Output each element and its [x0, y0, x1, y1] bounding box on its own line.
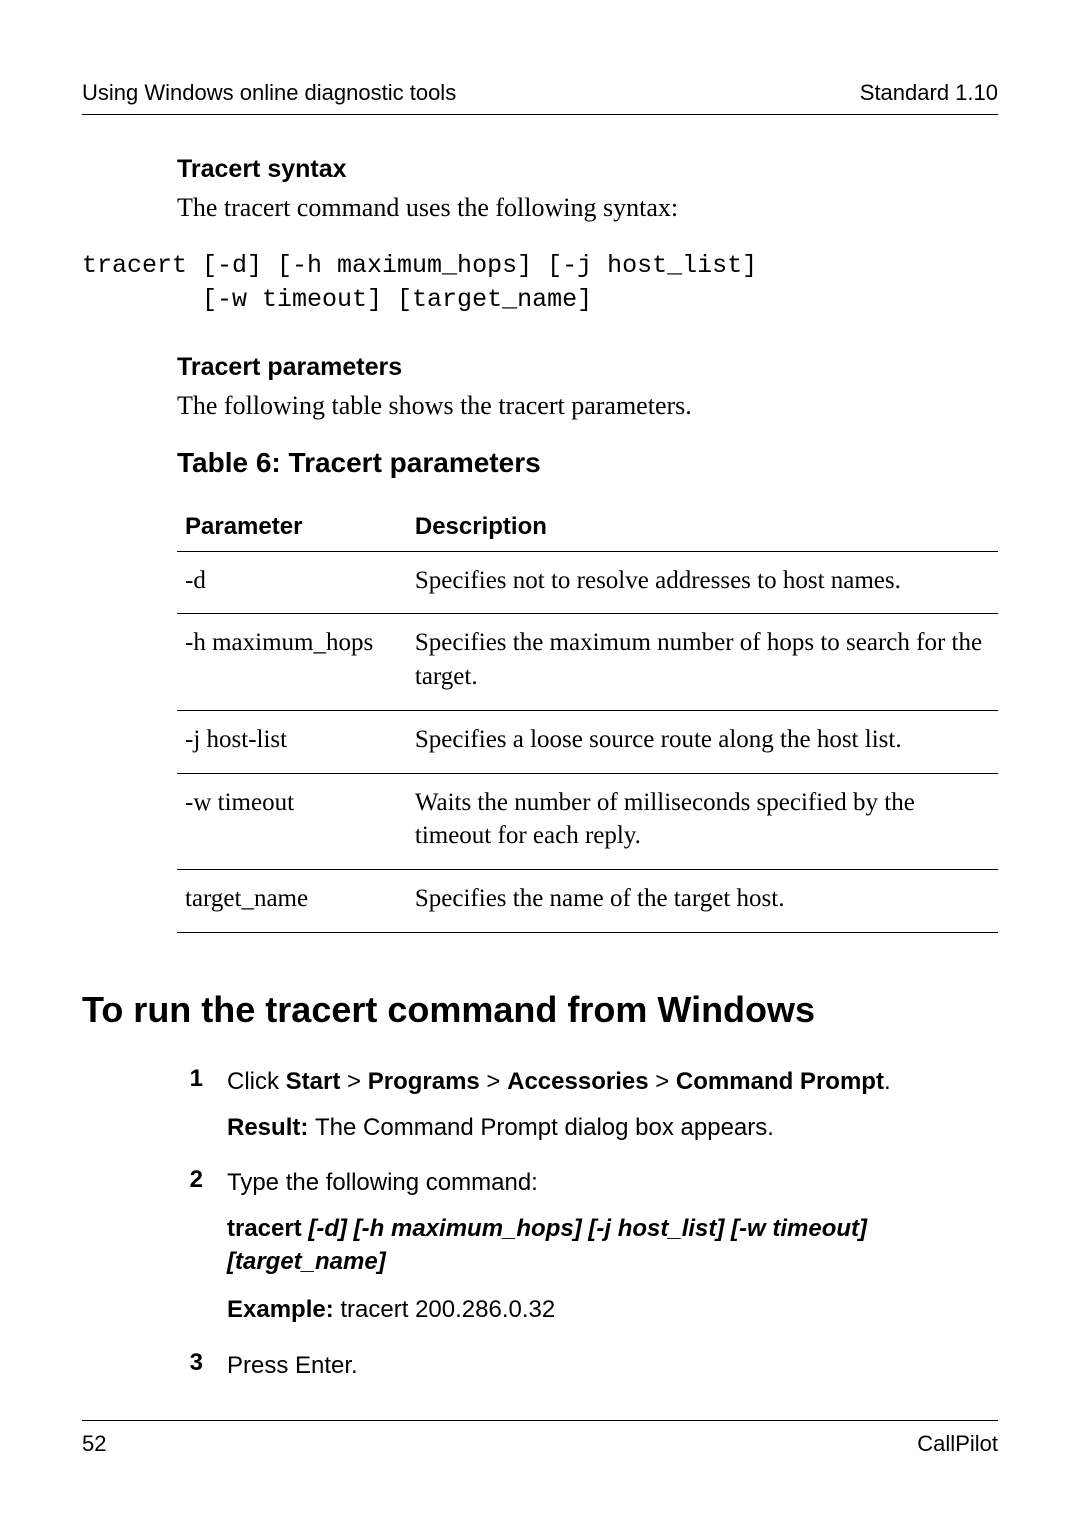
step-body: Click Start > Programs > Accessories > C… — [227, 1065, 998, 1148]
desc-cell: Waits the number of milliseconds specifi… — [407, 773, 998, 870]
text: Click — [227, 1068, 286, 1095]
step-body: Press Enter. — [227, 1349, 998, 1395]
param-cell: -h maximum_hops — [177, 614, 407, 711]
step-2: 2 Type the following command: tracert [-… — [177, 1166, 998, 1330]
page-footer: 52 CallPilot — [82, 1420, 998, 1457]
table-title: Table 6: Tracert parameters — [177, 447, 998, 479]
param-cell: target_name — [177, 870, 407, 933]
step-2-intro: Type the following command: — [227, 1166, 998, 1200]
example-label: Example: — [227, 1296, 340, 1323]
step-2-command: tracert [-d] [-h maximum_hops] [-j host_… — [227, 1212, 998, 1279]
step-number: 1 — [177, 1065, 227, 1148]
cmd-args: [-d] [-h maximum_hops] [-j host_list] [-… — [227, 1215, 867, 1276]
cmd-prefix: tracert — [227, 1215, 308, 1242]
run-heading: To run the tracert command from Windows — [82, 989, 998, 1031]
result-label: Result: — [227, 1114, 315, 1141]
period: . — [884, 1068, 891, 1095]
syntax-intro: The tracert command uses the following s… — [177, 190, 998, 225]
table-row: -j host-list Specifies a loose source ro… — [177, 710, 998, 773]
param-cell: -d — [177, 551, 407, 614]
footer-page-number: 52 — [82, 1431, 106, 1457]
param-cell: -w timeout — [177, 773, 407, 870]
desc-cell: Specifies the maximum number of hops to … — [407, 614, 998, 711]
step-3-text: Press Enter. — [227, 1349, 998, 1383]
menu-start: Start — [286, 1068, 341, 1095]
step-body: Type the following command: tracert [-d]… — [227, 1166, 998, 1330]
param-cell: -j host-list — [177, 710, 407, 773]
header-left: Using Windows online diagnostic tools — [82, 80, 456, 106]
sep: > — [480, 1068, 507, 1095]
menu-command-prompt: Command Prompt — [676, 1068, 884, 1095]
sep: > — [340, 1068, 367, 1095]
col-description: Description — [407, 505, 998, 552]
table-row: target_name Specifies the name of the ta… — [177, 870, 998, 933]
page-container: Using Windows online diagnostic tools St… — [0, 0, 1080, 1472]
example-text: tracert 200.286.0.32 — [340, 1296, 555, 1323]
desc-cell: Specifies not to resolve addresses to ho… — [407, 551, 998, 614]
menu-accessories: Accessories — [507, 1068, 648, 1095]
footer-doc-name: CallPilot — [917, 1431, 998, 1457]
step-3: 3 Press Enter. — [177, 1349, 998, 1395]
sep: > — [649, 1068, 676, 1095]
page-header: Using Windows online diagnostic tools St… — [82, 80, 998, 115]
table-row: -w timeout Waits the number of milliseco… — [177, 773, 998, 870]
main-content: Tracert syntax The tracert command uses … — [82, 155, 998, 1394]
tracert-params-table: Parameter Description -d Specifies not t… — [177, 505, 998, 933]
params-heading: Tracert parameters — [177, 353, 998, 382]
step-1-result: Result: The Command Prompt dialog box ap… — [227, 1111, 998, 1145]
syntax-heading: Tracert syntax — [177, 155, 998, 184]
params-intro: The following table shows the tracert pa… — [177, 388, 998, 423]
step-2-example: Example: tracert 200.286.0.32 — [227, 1293, 998, 1327]
result-text: The Command Prompt dialog box appears. — [315, 1114, 774, 1141]
table-row: -h maximum_hops Specifies the maximum nu… — [177, 614, 998, 711]
step-number: 3 — [177, 1349, 227, 1395]
desc-cell: Specifies the name of the target host. — [407, 870, 998, 933]
step-1-main: Click Start > Programs > Accessories > C… — [227, 1065, 998, 1099]
step-list: 1 Click Start > Programs > Accessories >… — [177, 1065, 998, 1394]
desc-cell: Specifies a loose source route along the… — [407, 710, 998, 773]
table-header-row: Parameter Description — [177, 505, 998, 552]
header-right: Standard 1.10 — [860, 80, 998, 106]
menu-programs: Programs — [368, 1068, 480, 1095]
syntax-code: tracert [-d] [-h maximum_hops] [-j host_… — [82, 249, 998, 317]
step-1: 1 Click Start > Programs > Accessories >… — [177, 1065, 998, 1148]
step-number: 2 — [177, 1166, 227, 1330]
table-row: -d Specifies not to resolve addresses to… — [177, 551, 998, 614]
col-parameter: Parameter — [177, 505, 407, 552]
